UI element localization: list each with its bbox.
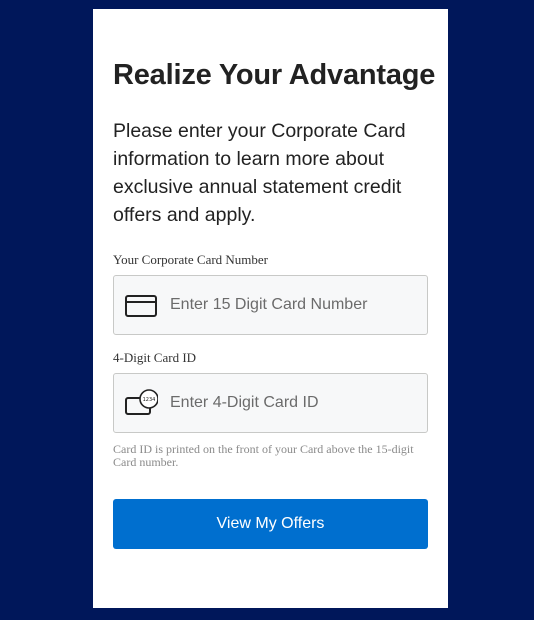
card-id-label: 4-Digit Card ID <box>113 350 197 365</box>
card-id-icon: 1234 <box>125 389 158 415</box>
offer-form-panel: Realize Your Advantage Please enter your… <box>93 9 448 608</box>
card-number-input[interactable] <box>170 276 420 334</box>
card-id-hint: Card ID is printed on the front of your … <box>113 442 414 469</box>
card-number-field[interactable] <box>113 275 428 335</box>
card-id-field[interactable]: 1234 <box>113 373 428 433</box>
view-offers-button[interactable]: View My Offers <box>113 499 428 549</box>
credit-card-icon <box>125 295 157 317</box>
card-id-icon-text: 1234 <box>143 397 156 403</box>
card-id-input[interactable] <box>170 374 420 432</box>
card-number-label: Your Corporate Card Number <box>113 252 269 267</box>
intro-text: Please enter your Corporate Card informa… <box>113 120 406 226</box>
page-title: Realize Your Advantage <box>113 59 436 91</box>
